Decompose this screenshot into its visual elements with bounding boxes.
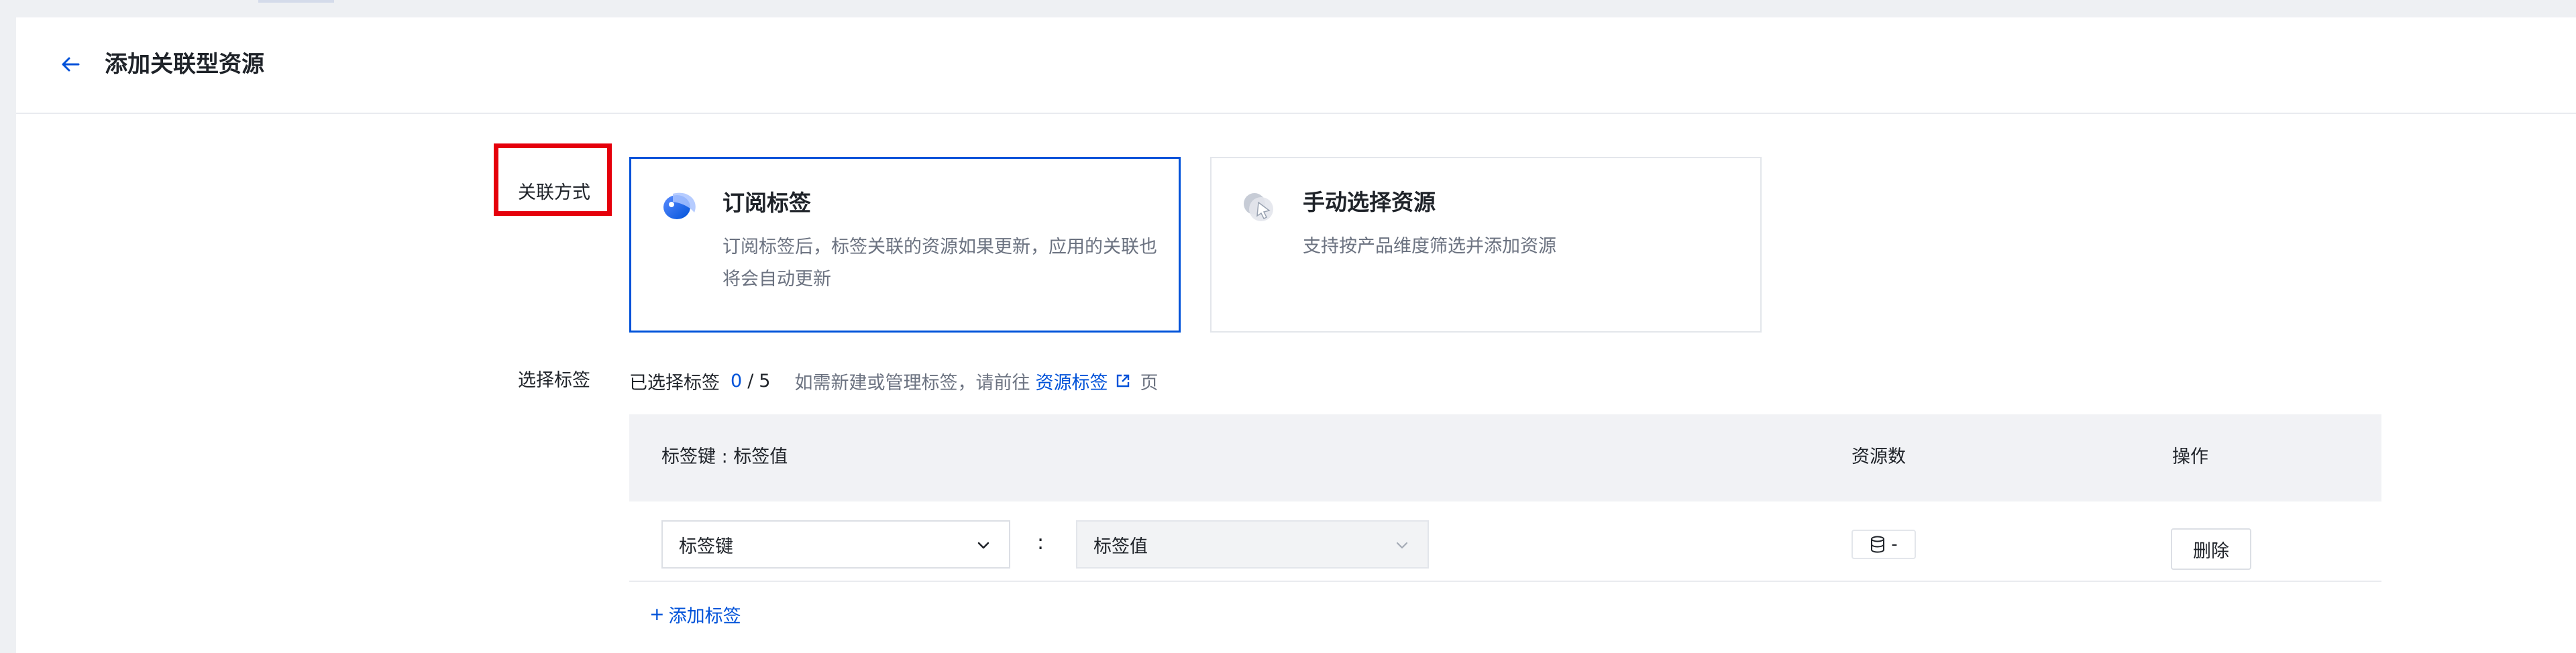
tag-value-select[interactable]: 标签值 <box>1076 520 1429 569</box>
add-tag-button[interactable]: + 添加标签 <box>649 602 741 627</box>
tags-label: 选择标签 <box>518 370 590 391</box>
external-link-icon[interactable] <box>1114 372 1132 390</box>
table-header: 标签键 : 标签值 资源数 操作 <box>629 414 2381 501</box>
subscribe-tag-desc: 订阅标签后，标签关联的资源如果更新，应用的关联也将会自动更新 <box>722 237 1157 290</box>
tag-key-select[interactable]: 标签键 <box>661 520 1010 569</box>
chevron-down-icon <box>1396 542 1408 549</box>
selected-count: 0 <box>731 370 743 392</box>
resource-count-chip: - <box>1851 530 1916 559</box>
key-value-colon: : <box>1037 531 1044 554</box>
page-header: 添加关联型资源 <box>16 17 2576 114</box>
link-suffix: 页 <box>1140 372 1159 394</box>
table-row: 标签键 : 标签值 - 删除 <box>629 501 2381 582</box>
header-key-value: 标签键 : 标签值 <box>661 447 788 467</box>
max-count: 5 <box>759 370 771 392</box>
tag-key-placeholder: 标签键 <box>679 536 733 557</box>
top-strip <box>0 0 2576 17</box>
manual-select-icon <box>1244 193 1273 221</box>
tag-value-placeholder: 标签值 <box>1093 536 1148 557</box>
resource-count-value: - <box>1891 534 1898 554</box>
selection-summary: 已选择标签 0 / 5 如需新建或管理标签，请前往 资源标签 页 <box>629 368 1159 394</box>
manual-select-card[interactable]: 手动选择资源 支持按产品维度筛选并添加资源 <box>1210 157 1762 333</box>
delete-button[interactable]: 删除 <box>2171 528 2251 570</box>
mode-label: 关联方式 <box>518 182 590 203</box>
subscribe-tag-card[interactable]: 订阅标签 订阅标签后，标签关联的资源如果更新，应用的关联也将会自动更新 <box>629 157 1181 333</box>
subscribe-tag-title: 订阅标签 <box>722 190 811 216</box>
chevron-down-icon <box>977 542 989 549</box>
header-operations: 操作 <box>2172 447 2208 467</box>
header-resource-count: 资源数 <box>1851 447 1906 467</box>
manual-select-title: 手动选择资源 <box>1303 189 1436 215</box>
count-separator: / <box>747 370 754 392</box>
add-tag-label: 添加标签 <box>668 605 741 627</box>
manual-select-desc: 支持按产品维度筛选并添加资源 <box>1303 236 1556 257</box>
main-panel: 添加关联型资源 关联方式 订阅标签 订阅标签后，标签关联的资源如果更新，应用的关… <box>16 17 2576 653</box>
manage-hint: 如需新建或管理标签，请前往 <box>794 372 1030 394</box>
back-button[interactable] <box>55 49 86 80</box>
plus-icon: + <box>649 603 665 625</box>
subscribe-tag-icon <box>663 192 696 219</box>
arrow-left-icon <box>62 57 80 72</box>
database-icon <box>1871 536 1885 553</box>
tag-table: 标签键 : 标签值 资源数 操作 标签键 : 标签值 - 删除 <box>629 414 2381 582</box>
page-title: 添加关联型资源 <box>105 51 264 78</box>
top-tab-indicator <box>258 0 334 3</box>
selected-tags-label: 已选择标签 <box>629 372 720 394</box>
resource-tags-link[interactable]: 资源标签 <box>1035 368 1108 394</box>
